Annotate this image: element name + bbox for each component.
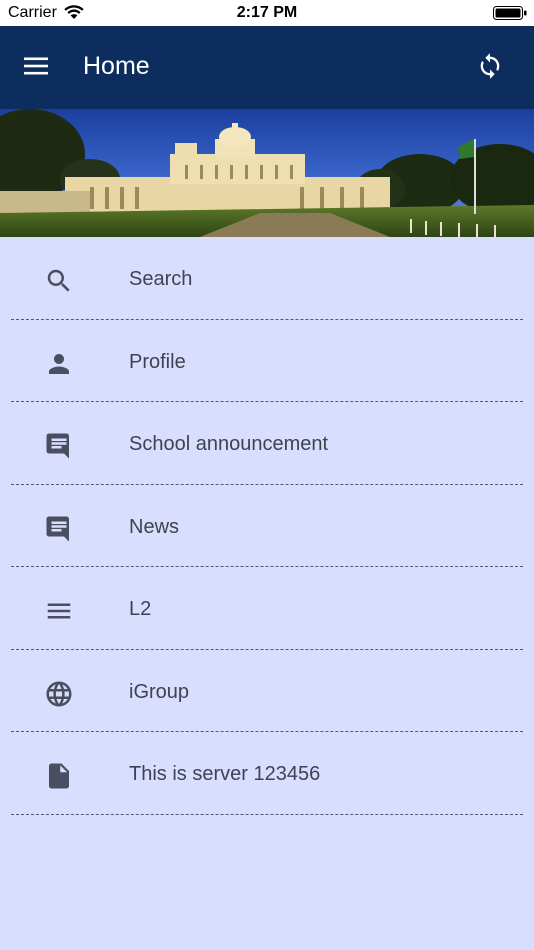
battery-icon — [493, 6, 527, 20]
status-bar: Carrier 2:17 PM — [0, 0, 534, 26]
menu-item-search[interactable]: Search — [11, 237, 523, 320]
hamburger-menu-icon — [23, 56, 49, 81]
menu-item-label: School announcement — [129, 433, 329, 455]
menu-item-label: L2 — [129, 598, 152, 620]
sync-icon — [476, 52, 504, 85]
person-icon — [44, 349, 74, 379]
chat-message-icon — [44, 514, 74, 544]
menu-item-label: iGroup — [129, 680, 190, 703]
list-lines-icon — [44, 596, 74, 626]
menu-item-server[interactable]: This is server 123456 — [11, 732, 523, 815]
menu-item-igroup[interactable]: iGroup — [11, 650, 523, 732]
menu-item-school-announcement[interactable]: School announcement — [11, 402, 523, 485]
menu-item-label: This is server 123456 — [129, 763, 321, 785]
search-icon — [44, 266, 74, 296]
menu-item-label: Search — [129, 268, 193, 290]
menu-list: Search Profile School announcement News — [0, 237, 534, 815]
menu-item-label: Profile — [129, 350, 186, 373]
clock: 2:17 PM — [236, 4, 298, 21]
chat-message-icon — [44, 431, 74, 461]
menu-item-l2[interactable]: L2 — [11, 567, 523, 650]
menu-item-label: News — [129, 515, 180, 538]
sync-button[interactable] — [472, 50, 508, 86]
banner-image — [0, 109, 534, 237]
page-title: Home — [83, 52, 150, 80]
globe-icon — [44, 679, 74, 709]
menu-item-profile[interactable]: Profile — [11, 320, 523, 402]
document-icon — [44, 761, 74, 791]
menu-button[interactable] — [18, 50, 54, 86]
app-bar: Home — [0, 26, 534, 109]
menu-item-news[interactable]: News — [11, 485, 523, 567]
